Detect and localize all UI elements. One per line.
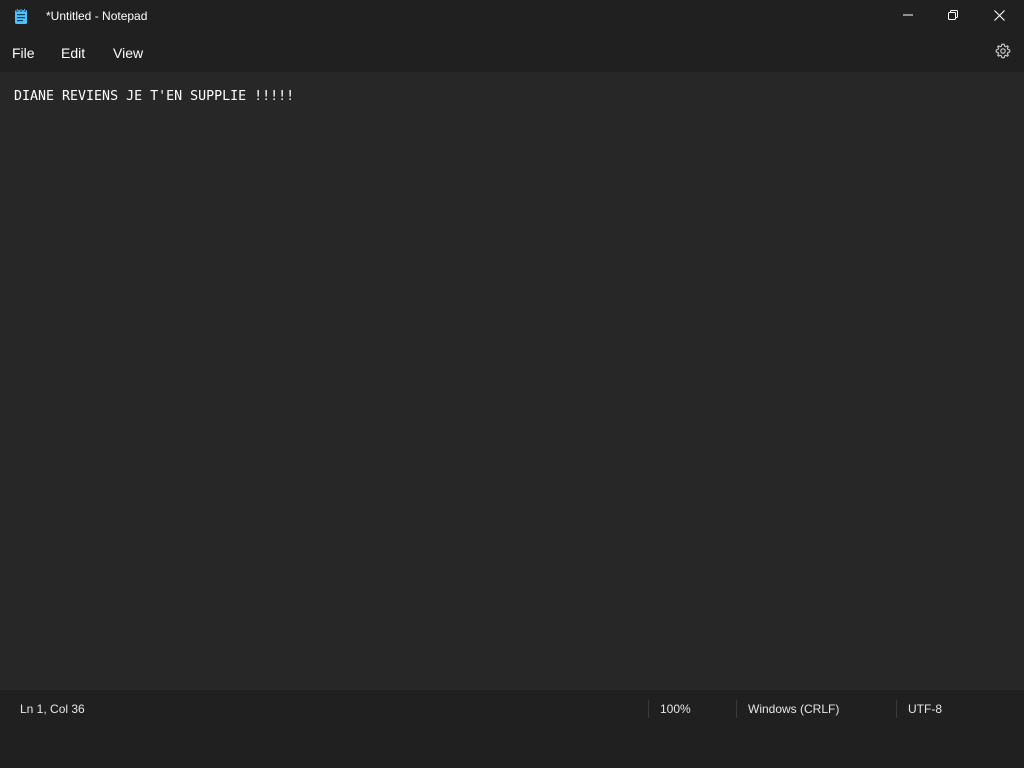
title-bar[interactable]: *Untitled - Notepad: [0, 0, 1024, 32]
menu-bar: File Edit View: [0, 32, 1024, 72]
gear-icon: [995, 43, 1011, 64]
notepad-icon: [14, 8, 28, 24]
notepad-window: *Untitled - Notepad File Edit View DIANE…: [0, 0, 1024, 768]
menu-edit[interactable]: Edit: [61, 45, 85, 61]
minimize-button[interactable]: [885, 0, 931, 30]
minimize-icon: [903, 10, 913, 20]
status-divider: [648, 700, 649, 718]
window-title: *Untitled - Notepad: [46, 9, 148, 23]
menu-view[interactable]: View: [113, 45, 143, 61]
status-bar: Ln 1, Col 36 100% Windows (CRLF) UTF-8: [0, 689, 1024, 728]
close-button[interactable]: [976, 0, 1022, 30]
mouse-pointer-icon: [419, 762, 425, 768]
settings-button[interactable]: [992, 42, 1014, 64]
encoding[interactable]: UTF-8: [908, 702, 942, 716]
text-editor[interactable]: DIANE REVIENS JE T'EN SUPPLIE !!!!!: [0, 72, 1024, 689]
restore-icon: [948, 10, 958, 20]
zoom-level[interactable]: 100%: [660, 702, 691, 716]
menu-file[interactable]: File: [12, 45, 35, 61]
editor-content[interactable]: DIANE REVIENS JE T'EN SUPPLIE !!!!!: [14, 89, 294, 105]
close-icon: [993, 9, 1005, 21]
cursor-position: Ln 1, Col 36: [20, 702, 85, 716]
maximize-button[interactable]: [930, 0, 976, 30]
bottom-area: [0, 727, 1024, 768]
status-divider: [736, 700, 737, 718]
status-divider: [896, 700, 897, 718]
line-ending[interactable]: Windows (CRLF): [748, 702, 839, 716]
